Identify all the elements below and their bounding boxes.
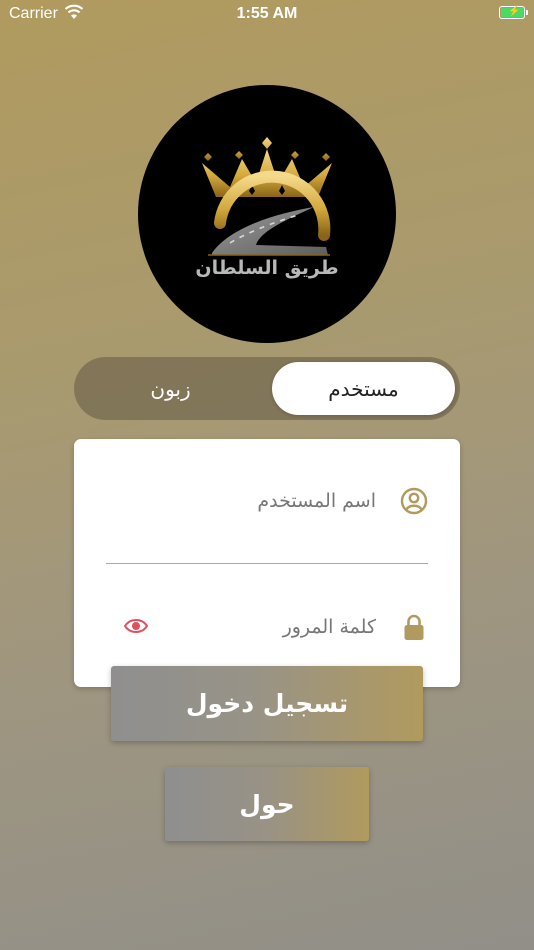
field-divider bbox=[106, 563, 428, 564]
battery-charging-icon: ⚡ bbox=[499, 6, 528, 19]
user-circle-icon bbox=[400, 487, 428, 515]
lock-icon bbox=[400, 613, 428, 641]
eye-icon[interactable] bbox=[123, 617, 149, 635]
app-logo: طريق السلطان bbox=[138, 85, 396, 343]
login-card bbox=[74, 439, 460, 687]
user-tab[interactable]: مستخدم bbox=[272, 362, 455, 415]
username-input[interactable] bbox=[106, 479, 376, 523]
customer-tab[interactable]: زبون bbox=[79, 362, 262, 415]
username-field bbox=[106, 479, 428, 523]
password-field bbox=[106, 605, 428, 649]
user-type-toggle: زبون مستخدم bbox=[74, 357, 460, 420]
login-button[interactable]: تسجيل دخول bbox=[111, 666, 423, 741]
status-bar: Carrier 1:55 AM ⚡ bbox=[0, 0, 534, 28]
logo-text: طريق السلطان bbox=[195, 257, 339, 279]
about-button[interactable]: حول bbox=[165, 767, 369, 841]
status-time: 1:55 AM bbox=[236, 5, 298, 22]
crown-road-logo bbox=[202, 137, 332, 256]
